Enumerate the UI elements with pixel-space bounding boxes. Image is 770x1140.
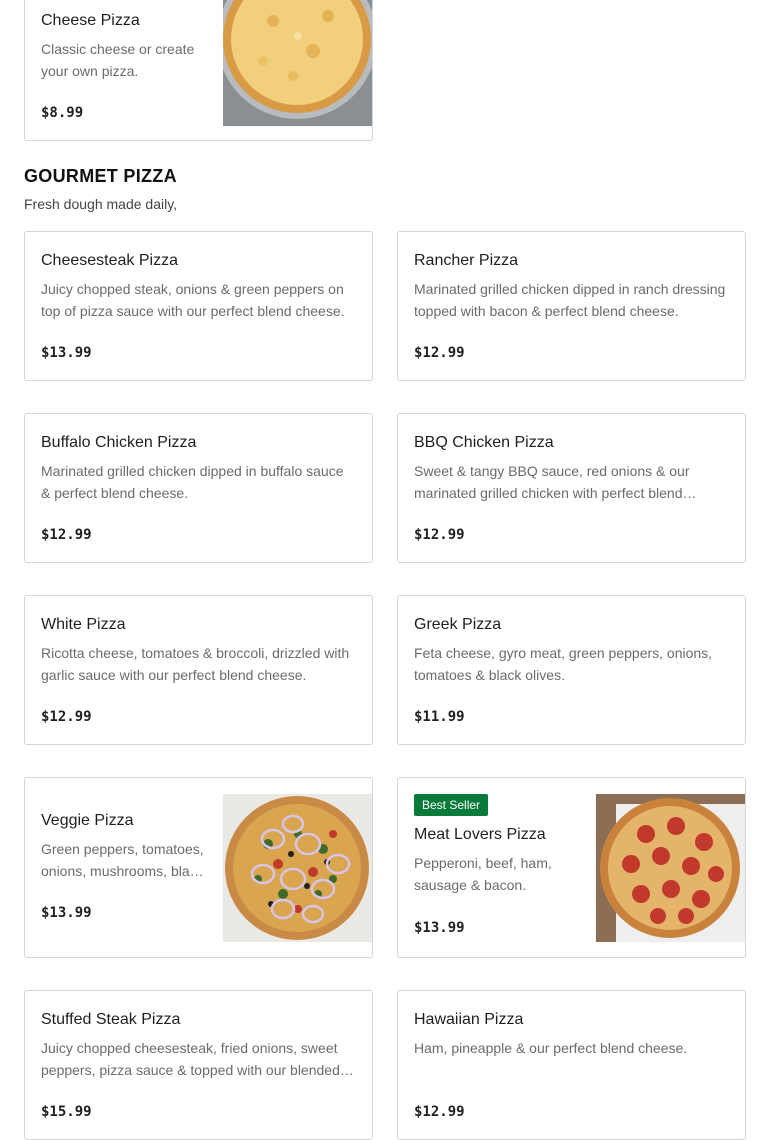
item-title: Greek Pizza <box>414 616 502 633</box>
item-description: Classic cheese or create your own pizza. <box>41 41 195 79</box>
menu-item-card[interactable]: Greek Pizza Feta cheese, gyro meat, gree… <box>397 595 746 745</box>
section-title: GOURMET PIZZA <box>24 166 177 186</box>
section-subtitle: Fresh dough made daily, <box>24 196 178 212</box>
item-price: $12.99 <box>414 527 465 543</box>
best-seller-badge: Best Seller <box>414 794 489 816</box>
item-price: $12.99 <box>41 709 92 725</box>
cheese-pizza-image <box>223 0 372 126</box>
menu-item-card[interactable]: White Pizza Ricotta cheese, tomatoes & b… <box>24 595 373 745</box>
menu-item-card[interactable]: Rancher Pizza Marinated grilled chicken … <box>397 231 746 381</box>
item-description: Marinated grilled chicken dipped in buff… <box>41 463 344 501</box>
item-title: Cheese Pizza <box>41 12 140 29</box>
item-description: Juicy chopped steak, onions & green pepp… <box>41 281 345 319</box>
menu-item-card[interactable]: BBQ Chicken Pizza Sweet & tangy BBQ sauc… <box>397 413 746 563</box>
menu-item-card[interactable]: Hawaiian Pizza Ham, pineapple & our perf… <box>397 990 746 1140</box>
item-description: Marinated grilled chicken dipped in ranc… <box>414 281 726 319</box>
item-title: Buffalo Chicken Pizza <box>41 434 197 451</box>
item-title: White Pizza <box>41 616 126 633</box>
item-description: Pepperoni, beef, ham, sausage & bacon. <box>414 855 552 893</box>
menu-item-card-cheese-pizza[interactable]: Cheese Pizza Classic cheese or create yo… <box>24 0 373 141</box>
item-title: Stuffed Steak Pizza <box>41 1011 181 1028</box>
menu-item-card[interactable]: Veggie Pizza Green peppers, tomatoes, on… <box>24 777 373 958</box>
item-title: Rancher Pizza <box>414 252 519 269</box>
item-title: BBQ Chicken Pizza <box>414 434 554 451</box>
item-price: $11.99 <box>414 709 465 725</box>
menu-item-card[interactable]: Buffalo Chicken Pizza Marinated grilled … <box>24 413 373 563</box>
item-price: $13.99 <box>41 345 92 361</box>
item-price: $15.99 <box>41 1104 92 1120</box>
item-price: $13.99 <box>414 920 465 936</box>
item-description: Juicy chopped cheesesteak, fried onions,… <box>41 1040 340 1078</box>
veggie-pizza-image <box>223 794 372 942</box>
item-price: $8.99 <box>41 105 84 121</box>
item-price: $12.99 <box>414 1104 465 1120</box>
item-description: Sweet & tangy BBQ sauce, red onions & ou… <box>414 463 690 501</box>
menu-item-card[interactable]: Cheesesteak Pizza Juicy chopped steak, o… <box>24 231 373 381</box>
item-price: $12.99 <box>41 527 92 543</box>
item-title: Meat Lovers Pizza <box>414 826 546 843</box>
item-title: Veggie Pizza <box>41 812 134 829</box>
item-description: Green peppers, tomatoes, onions, mushroo… <box>41 841 204 879</box>
item-description: Feta cheese, gyro meat, green peppers, o… <box>414 645 713 683</box>
item-title: Hawaiian Pizza <box>414 1011 524 1028</box>
meat-lovers-pizza-image <box>596 794 745 942</box>
item-title: Cheesesteak Pizza <box>41 252 178 269</box>
item-description: Ricotta cheese, tomatoes & broccoli, dri… <box>41 645 350 683</box>
item-price: $13.99 <box>41 905 92 921</box>
menu-item-card[interactable]: Stuffed Steak Pizza Juicy chopped cheese… <box>24 990 373 1140</box>
item-description: Ham, pineapple & our perfect blend chees… <box>414 1040 688 1056</box>
item-price: $12.99 <box>414 345 465 361</box>
menu-item-card[interactable]: Best Seller Meat Lovers Pizza Pepperoni,… <box>397 777 746 958</box>
